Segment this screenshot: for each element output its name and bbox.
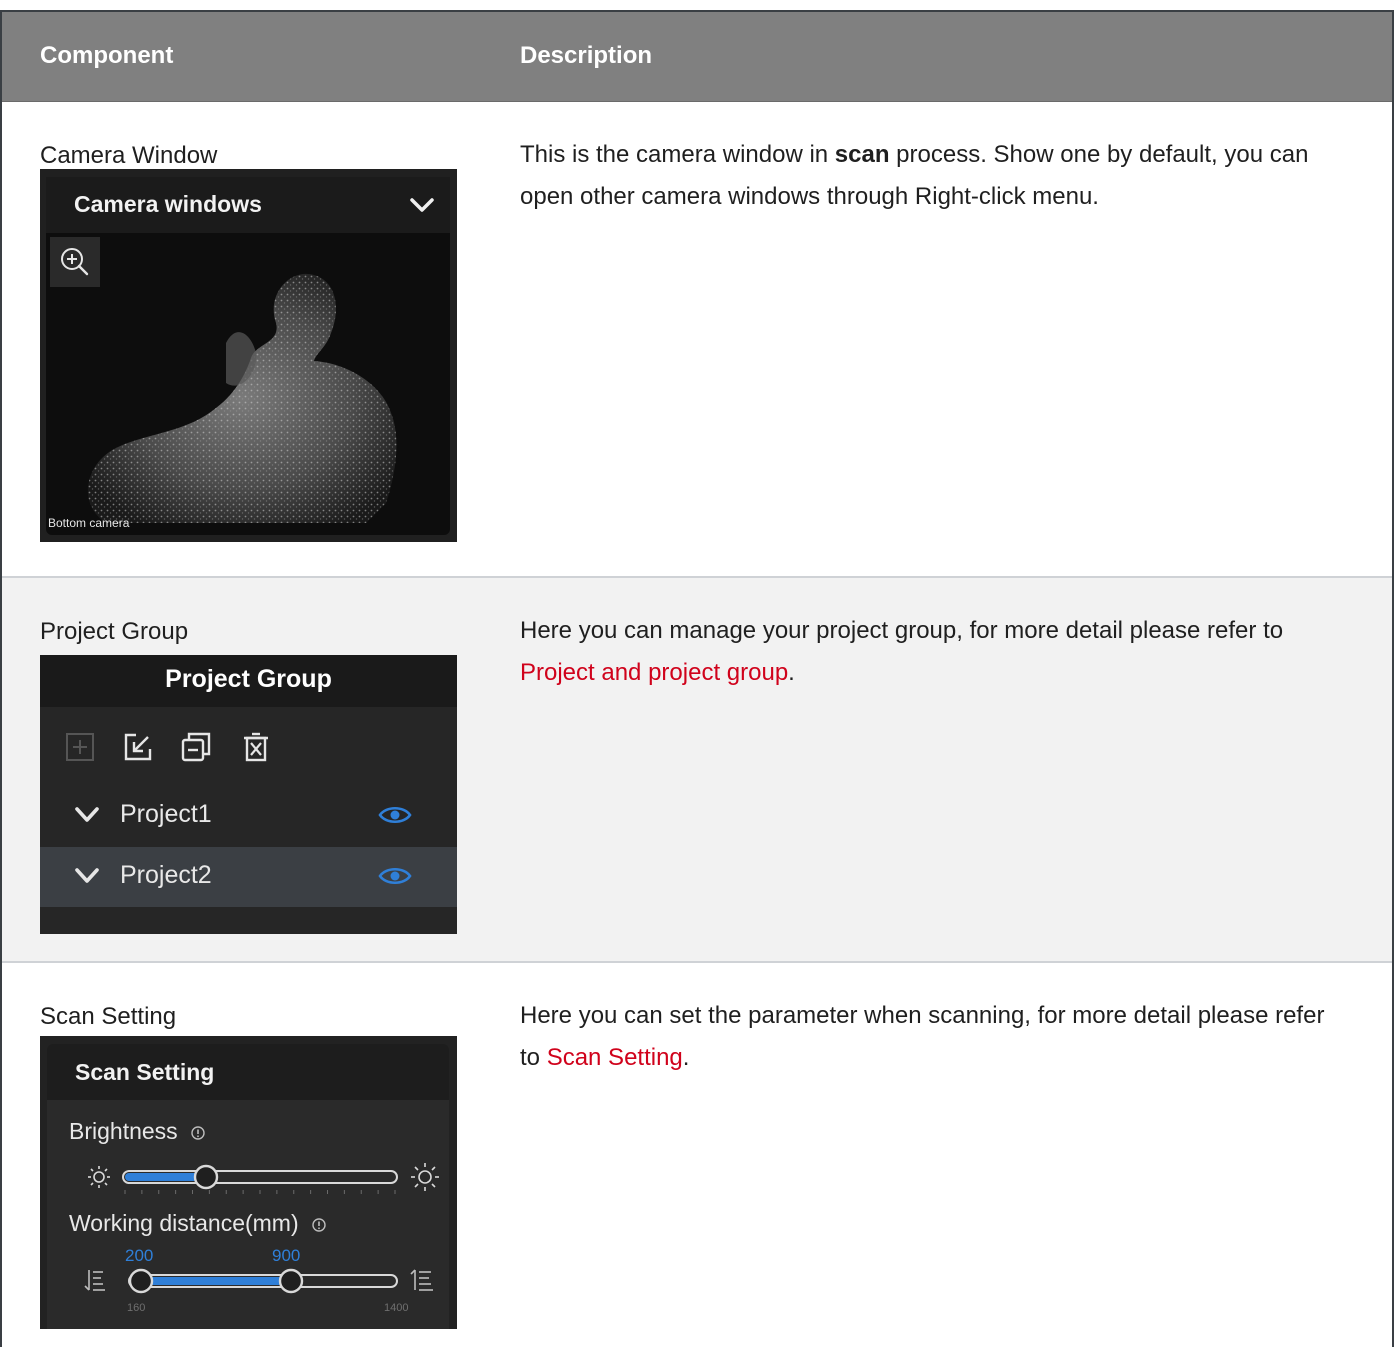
chevron-down-icon — [410, 198, 434, 212]
component-name: Camera Window — [40, 142, 218, 169]
camera-view — [46, 233, 450, 535]
brightness-label: Brightness — [69, 1118, 206, 1145]
sun-large-icon — [411, 1163, 439, 1191]
eye-icon[interactable] — [378, 803, 412, 827]
project-group-link[interactable]: Project and project group — [520, 659, 788, 686]
sun-small-icon — [88, 1166, 110, 1188]
delete-icon[interactable] — [240, 731, 272, 763]
table-row: Project Group Project Group Project1 Pro… — [2, 578, 1392, 963]
working-distance-label: Working distance(mm) — [69, 1210, 327, 1237]
component-description: This is the camera window in scan proces… — [520, 134, 1350, 218]
info-icon — [312, 1218, 326, 1232]
chevron-down-icon[interactable] — [74, 804, 100, 826]
info-icon — [191, 1126, 205, 1140]
distance-far-icon — [410, 1269, 433, 1291]
project-name: Project1 — [120, 800, 212, 828]
component-name: Scan Setting — [40, 1003, 177, 1030]
distance-near-icon — [84, 1270, 105, 1291]
add-icon[interactable] — [64, 731, 96, 763]
description-text: This is the camera window in — [520, 141, 835, 168]
camera-window-header: Camera windows — [46, 177, 450, 233]
camera-feed-image — [87, 273, 397, 523]
component-description: Here you can set the parameter when scan… — [520, 995, 1350, 1079]
description-text: Here you can manage your project group, … — [520, 617, 1284, 644]
component-name: Project Group — [40, 618, 189, 645]
zoom-in-icon — [61, 248, 89, 276]
zoom-button[interactable] — [50, 237, 100, 287]
distance-high-value: 900 — [272, 1246, 301, 1265]
scan-setting-link[interactable]: Scan Setting — [547, 1044, 683, 1071]
working-distance-slider[interactable] — [47, 1264, 449, 1298]
header-component: Component — [40, 42, 174, 69]
scan-setting-title: Scan Setting — [75, 1059, 215, 1085]
working-distance-label-text: Working distance(mm) — [69, 1210, 299, 1236]
component-table: Component Description Camera Window Came… — [0, 10, 1394, 1347]
import-icon[interactable] — [122, 731, 154, 763]
distance-low-value: 200 — [125, 1246, 154, 1265]
scan-setting-screenshot: Scan Setting Brightness Working distance… — [40, 1036, 457, 1329]
description-text: . — [788, 659, 795, 686]
camera-caption: Bottom camera — [48, 516, 130, 530]
scan-setting-header: Scan Setting — [47, 1044, 449, 1100]
table-header: Component Description — [2, 12, 1392, 102]
header-description: Description — [520, 42, 653, 69]
table-row: Scan Setting Scan Setting Brightness Wor… — [2, 963, 1392, 1347]
chevron-down-icon[interactable] — [74, 865, 100, 887]
project-group-title: Project Group — [165, 665, 332, 693]
project-name: Project2 — [120, 861, 212, 889]
distance-min-label: 160 — [127, 1302, 146, 1314]
project-group-screenshot: Project Group Project1 Project2 — [40, 655, 457, 934]
collapse-icon[interactable] — [180, 731, 212, 763]
table-row: Camera Window Camera windows Bottom came… — [2, 102, 1392, 578]
component-description: Here you can manage your project group, … — [520, 610, 1350, 694]
camera-window-title: Camera windows — [74, 191, 262, 217]
brightness-slider[interactable] — [47, 1162, 449, 1202]
project-item[interactable]: Project1 — [40, 786, 457, 846]
description-bold: scan — [834, 141, 890, 168]
project-item[interactable]: Project2 — [40, 847, 457, 907]
eye-icon[interactable] — [378, 864, 412, 888]
camera-window-screenshot: Camera windows Bottom camera — [40, 169, 457, 542]
brightness-label-text: Brightness — [69, 1118, 178, 1144]
distance-max-label: 1400 — [384, 1302, 409, 1314]
scan-setting-panel: Scan Setting Brightness Working distance… — [47, 1044, 449, 1329]
description-text: . — [682, 1044, 690, 1071]
project-group-header: Project Group — [40, 655, 457, 707]
project-group-toolbar — [40, 731, 457, 767]
